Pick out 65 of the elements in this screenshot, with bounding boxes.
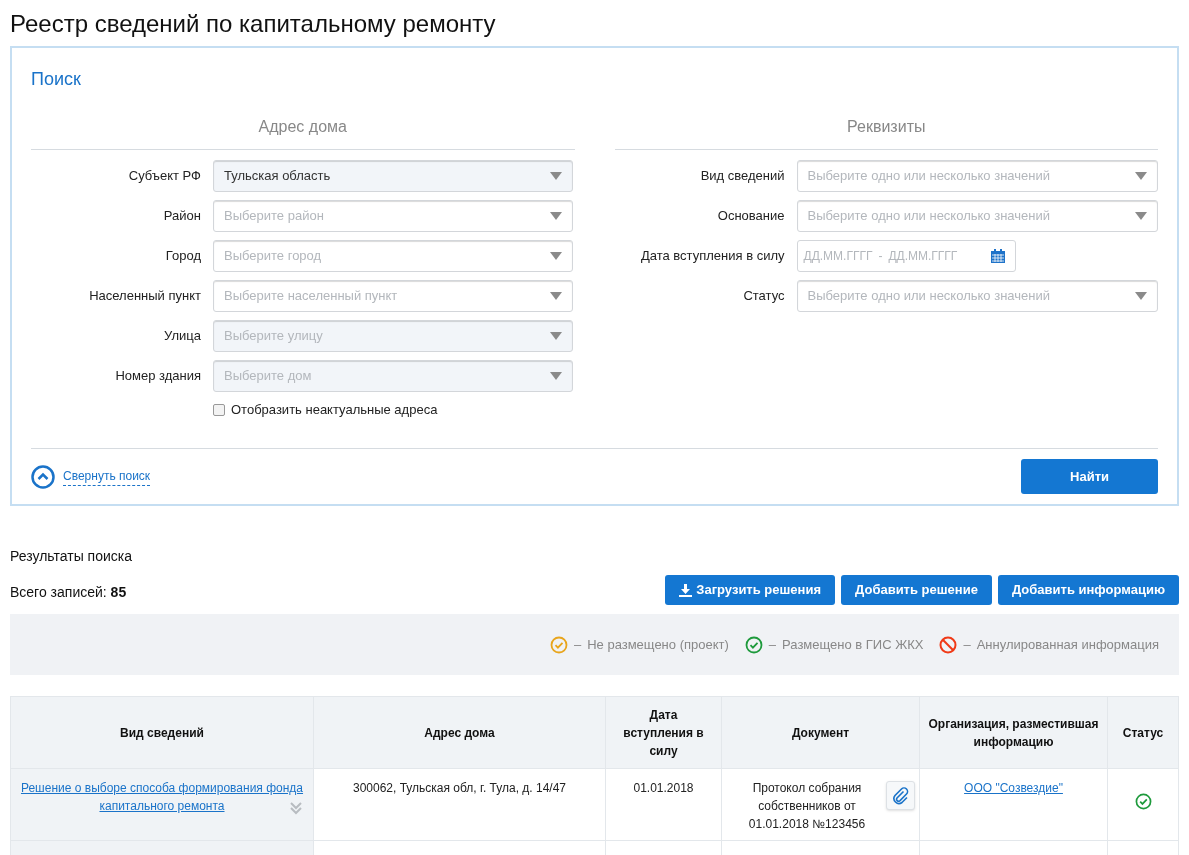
find-button[interactable]: Найти [1021,459,1158,494]
page-title: Реестр сведений по капитальному ремонту [10,9,497,39]
download-icon [679,583,693,597]
action-button[interactable]: Загрузить решения [665,575,835,605]
organization-link[interactable]: ООО "Созвездие" [964,779,1063,840]
select-field[interactable]: Тульская область [213,160,573,192]
dropdown-caret-icon [550,292,562,300]
check-circle-icon [549,635,568,654]
paperclip-icon [891,786,910,805]
select-field[interactable]: Выберите одно или несколько значений [796,200,1158,232]
column-header: Вид сведений [11,697,314,768]
dropdown-caret-icon [1135,212,1147,220]
dropdown-caret-icon [1135,292,1147,300]
dropdown-caret-icon [550,172,562,180]
action-button[interactable]: Добавить решение [841,575,992,605]
checkbox-label: Отобразить неактуальные адреса [231,401,438,420]
date-range-field[interactable]: ДД.ММ.ГГГГ - ДД.ММ.ГГГГ [796,240,1016,272]
total-records: Всего записей: 85 [10,583,127,602]
table-cell-text: 300062, Тульская обл, г. Тула, д. 14/47 [352,780,567,797]
field-label: Номер здания [114,367,201,386]
dropdown-caret-icon [550,212,562,220]
select-field[interactable]: Выберите одно или несколько значений [796,160,1158,192]
table-cell-text: Протокол собрания собственников от 01.01.2018 №123456 [747,780,867,833]
panel-title: Поиск [31,68,82,91]
dropdown-caret-icon [1135,172,1147,180]
column-header: Адрес дома [314,697,606,768]
select-field[interactable]: Выберите населенный пункт [213,280,573,312]
field-label: Субъект РФ [127,167,201,186]
section-heading: Адрес дома [31,115,575,150]
select-field[interactable]: Выберите одно или несколько значений [796,280,1158,312]
chevron-up-circle-icon[interactable] [31,464,55,489]
field-label: Статус [742,287,785,306]
column-header: Статус [1121,724,1165,742]
column-header: Организация, разместившая информацию [920,697,1108,768]
calendar-icon[interactable] [989,248,1006,264]
collapse-search-link[interactable]: Свернуть поиск [63,467,151,486]
legend-label: Аннулированная информация [976,635,1159,654]
results-title: Результаты поиска [10,547,134,566]
field-label: Город [164,247,201,266]
field-label: Населенный пункт [88,287,201,306]
checkbox[interactable] [213,404,225,416]
field-label: Дата вступления в силу [639,247,785,266]
table-cell-text: 01.01.2018 [633,780,694,797]
dropdown-caret-icon [550,372,562,380]
field-label: Основание [716,207,785,226]
dropdown-caret-icon [550,332,562,340]
legend-label: Размещено в ГИС ЖКХ [782,635,924,654]
legend-dash: – [573,635,582,654]
action-button[interactable]: Добавить информацию [997,575,1179,605]
field-label: Вид сведений [699,167,785,186]
legend-dash: – [963,635,971,654]
column-header: Дата вступления в силу [606,697,722,768]
attachment-button[interactable] [886,781,915,810]
field-label: Улица [163,327,201,346]
prohibited-icon [939,635,958,654]
legend-label: Не размещено (проект) [587,635,729,654]
column-header: Документ [722,697,920,768]
legend-dash: – [768,635,777,654]
field-label: Район [162,207,201,226]
select-field[interactable]: Выберите город [213,240,573,272]
check-circle-icon [744,635,763,654]
dropdown-caret-icon [550,252,562,260]
check-circle-icon [1134,793,1152,810]
select-field[interactable]: Выберите район [213,200,573,232]
section-heading: Реквизиты [614,115,1158,150]
